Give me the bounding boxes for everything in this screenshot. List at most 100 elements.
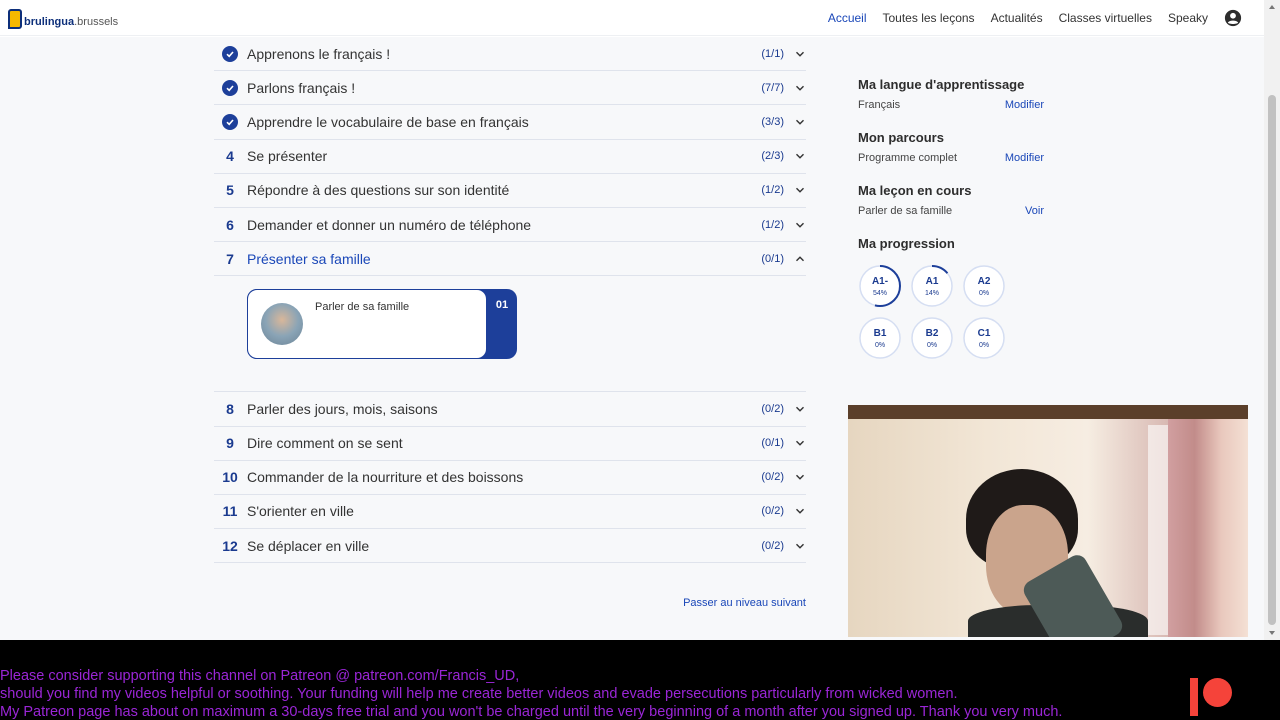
lesson-count: (2/3) — [761, 150, 784, 163]
scroll-up-icon[interactable] — [1269, 5, 1275, 9]
lesson-count: (0/2) — [761, 471, 784, 484]
progress-grid: A1- 54% A1 14% A2 0% B1 0% B2 0% C1 0% — [858, 264, 1048, 360]
account-circle-icon[interactable] — [1224, 9, 1242, 27]
scroll-thumb[interactable] — [1268, 95, 1276, 625]
logo-suffix: .brussels — [74, 16, 119, 28]
chevron-down-icon[interactable] — [794, 505, 806, 517]
lesson-row[interactable]: 7 Présenter sa famille (0/1) — [214, 242, 806, 277]
lesson-count: (0/1) — [761, 437, 784, 450]
lesson-count: (0/2) — [761, 539, 784, 552]
brulingua-logo[interactable]: brulingua.brussels — [8, 5, 118, 29]
lesson-title: Dire comment on se sent — [247, 435, 403, 452]
lesson-row[interactable]: Parlons français ! (7/7) — [214, 71, 806, 106]
progress-ring[interactable]: B2 0% — [910, 316, 954, 360]
lesson-number: 4 — [226, 148, 234, 165]
nav-classes-virtuelles[interactable]: Classes virtuelles — [1059, 11, 1152, 25]
sub-lesson-number: 01 — [495, 299, 509, 312]
progress-percent: 0% — [874, 342, 886, 349]
check-circle-icon — [222, 113, 238, 130]
chevron-down-icon[interactable] — [794, 471, 806, 483]
lesson-row[interactable]: 6 Demander et donner un numéro de télépho… — [214, 208, 806, 243]
patreon-message: Please consider supporting this channel … — [0, 667, 1062, 720]
patreon-line-1: Please consider supporting this channel … — [0, 668, 520, 684]
lesson-title: Se présenter — [247, 148, 328, 165]
patreon-line-3: My Patreon page has about on maximum a 3… — [0, 704, 1063, 720]
chevron-down-icon[interactable] — [794, 82, 806, 94]
lesson-count: (3/3) — [761, 115, 784, 128]
modify-path-link[interactable]: Modifier — [1005, 152, 1044, 164]
lesson-row[interactable]: 5 Répondre à des questions sur son identi… — [214, 174, 806, 208]
lesson-thumbnail — [261, 303, 303, 346]
lesson-title: Présenter sa famille — [247, 250, 371, 267]
chevron-down-icon[interactable] — [794, 48, 806, 60]
progress-ring[interactable]: C1 0% — [962, 316, 1006, 360]
progress-ring[interactable]: A1 14% — [910, 264, 954, 308]
chevron-down-icon[interactable] — [794, 437, 806, 449]
lesson-number: 7 — [226, 250, 234, 267]
lesson-title: Se déplacer en ville — [247, 537, 370, 554]
learning-language-section: Ma langue d'apprentissage Français Modif… — [858, 77, 1048, 111]
progress-ring[interactable]: B1 0% — [858, 316, 902, 360]
sub-lesson-card[interactable]: Parler de sa famille 01 — [247, 289, 517, 360]
progress-percent: 14% — [924, 290, 939, 297]
lesson-count: (1/2) — [761, 184, 784, 197]
lesson-row[interactable]: Apprendre le vocabulaire de base en fran… — [214, 105, 806, 140]
chevron-down-icon[interactable] — [794, 116, 806, 128]
nav-toutes-les-lecons[interactable]: Toutes les leçons — [883, 11, 975, 25]
lesson-row[interactable]: 10 Commander de la nourriture et des bois… — [214, 461, 806, 495]
chevron-down-icon[interactable] — [794, 150, 806, 162]
progress-ring[interactable]: A2 0% — [962, 264, 1006, 308]
lesson-number: 9 — [226, 435, 234, 452]
nav-accueil[interactable]: Accueil — [828, 11, 867, 25]
chevron-down-icon[interactable] — [794, 403, 806, 415]
current-lesson-section: Ma leçon en cours Parler de sa famille V… — [858, 183, 1048, 217]
progress-percent: 0% — [926, 342, 938, 349]
progress-percent: 0% — [978, 342, 990, 349]
chevron-down-icon[interactable] — [794, 540, 806, 552]
chevron-up-icon[interactable] — [794, 253, 806, 265]
lesson-status — [214, 79, 246, 96]
progress-percent: 0% — [978, 290, 990, 297]
chevron-down-icon[interactable] — [794, 219, 806, 231]
lesson-row[interactable]: 8 Parler des jours, mois, saisons (0/2) — [214, 392, 806, 427]
progress-percent: 54% — [872, 290, 887, 297]
lesson-title: S'orienter en ville — [247, 503, 354, 520]
lesson-row[interactable]: 12 Se déplacer en ville (0/2) — [214, 529, 806, 564]
lesson-number: 11 — [222, 503, 238, 520]
lesson-status — [214, 113, 246, 130]
progress-level: A1 — [925, 276, 939, 287]
lesson-row[interactable]: 9 Dire comment on se sent (0/1) — [214, 427, 806, 461]
lesson-number: 8 — [226, 400, 234, 417]
lesson-count: (0/2) — [761, 505, 784, 518]
nav-speaky[interactable]: Speaky — [1168, 11, 1208, 25]
view-lesson-link[interactable]: Voir — [1025, 205, 1044, 217]
lesson-row[interactable]: 11 S'orienter en ville (0/2) — [214, 495, 806, 530]
chevron-down-icon[interactable] — [794, 184, 806, 196]
lesson-title: Commander de la nourriture et des boisso… — [247, 469, 524, 486]
lesson-expanded-panel: Parler de sa famille 01 — [214, 276, 806, 393]
top-header: brulingua.brussels Accueil Toutes les le… — [0, 0, 1264, 36]
patreon-logo-icon — [1190, 678, 1234, 716]
scroll-down-icon[interactable] — [1269, 631, 1275, 635]
lesson-row[interactable]: 4 Se présenter (2/3) — [214, 140, 806, 174]
next-level-link[interactable]: Passer au niveau suivant — [683, 597, 806, 609]
lesson-title: Apprendre le vocabulaire de base en fran… — [247, 113, 529, 130]
patreon-banner: Please consider supporting this channel … — [0, 640, 1280, 720]
progress-level: C1 — [977, 328, 991, 339]
current-lesson-heading: Ma leçon en cours — [858, 183, 972, 198]
page-scrollbar[interactable] — [1264, 0, 1280, 640]
webcam-video — [848, 405, 1248, 637]
patreon-line-2: should you find my videos helpful or soo… — [0, 686, 958, 702]
nav-actualites[interactable]: Actualités — [991, 11, 1043, 25]
lesson-row[interactable]: Apprenons le français ! (1/1) — [214, 37, 806, 72]
logo-text: brulingua.brussels — [24, 15, 118, 29]
modify-language-link[interactable]: Modifier — [1005, 99, 1044, 111]
main-nav: Accueil Toutes les leçons Actualités Cla… — [812, 9, 1242, 27]
progress-ring[interactable]: A1- 54% — [858, 264, 902, 308]
path-section: Mon parcours Programme complet Modifier — [858, 130, 1048, 164]
current-lesson-value: Parler de sa famille — [858, 205, 953, 217]
path-value: Programme complet — [858, 152, 958, 164]
learning-language-value: Français — [858, 99, 901, 111]
lesson-title: Parlons français ! — [247, 79, 356, 96]
lesson-number: 10 — [222, 469, 238, 486]
